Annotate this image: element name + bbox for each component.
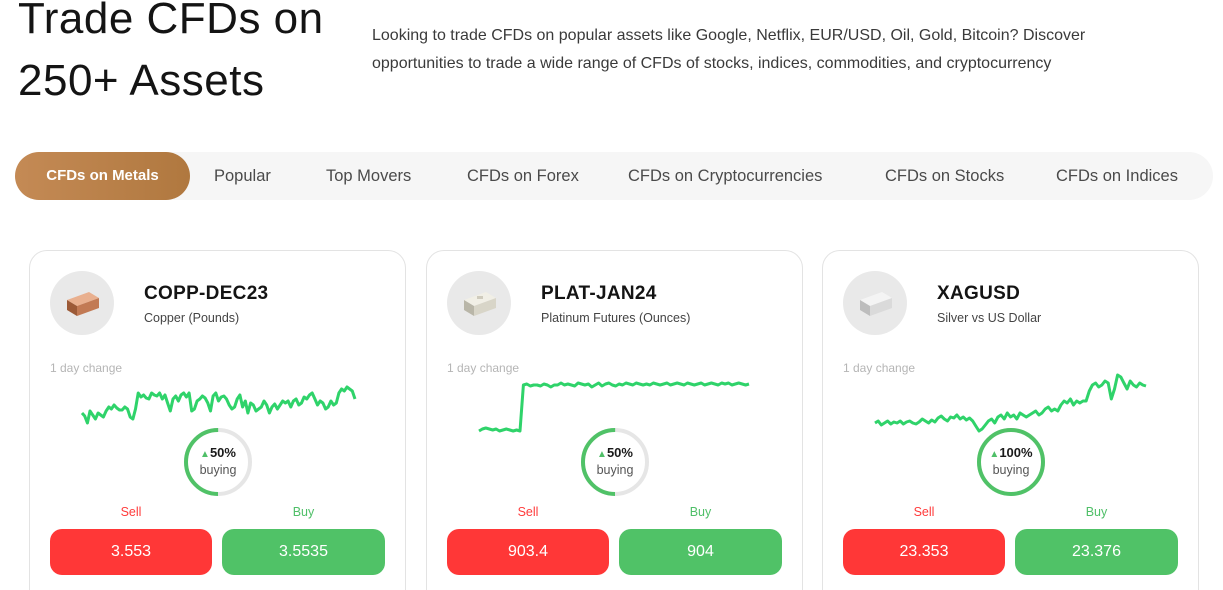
tab-cfds-on-forex[interactable]: CFDs on Forex: [467, 152, 579, 200]
buying-percent: 100%: [999, 445, 1033, 460]
copper-bar-icon: [50, 271, 114, 335]
asset-description: Silver vs US Dollar: [937, 311, 1042, 325]
hero-description: Looking to trade CFDs on popular assets …: [372, 27, 1086, 72]
hero-title: Trade CFDs on 250+ Assets: [18, 0, 324, 105]
buy-label: Buy: [1085, 505, 1108, 519]
tab-cfds-on-stocks[interactable]: CFDs on Stocks: [885, 152, 1004, 200]
buying-percent: 50%: [606, 445, 633, 460]
sell-button[interactable]: 3.553: [50, 529, 212, 575]
silver-bar-icon: [843, 271, 907, 335]
tab-cfds-on-metals[interactable]: CFDs on Metals: [15, 152, 190, 200]
buy-button[interactable]: 23.376: [1015, 529, 1178, 575]
tab-cfds-on-cryptocurrencies[interactable]: CFDs on Cryptocurrencies: [628, 152, 822, 200]
buying-percent: 50%: [209, 445, 236, 460]
asset-card-xagusd[interactable]: XAGUSD Silver vs US Dollar 1 day change …: [822, 250, 1199, 590]
asset-description: Copper (Pounds): [144, 311, 240, 325]
sell-label: Sell: [913, 505, 935, 519]
sparkline-path: [874, 373, 1147, 433]
buying-label: buying: [992, 463, 1030, 477]
sparkline-path: [478, 381, 750, 433]
buy-label: Buy: [689, 505, 712, 519]
sparkline-path: [80, 385, 357, 425]
asset-card-plat-jan24[interactable]: PLAT-JAN24 Platinum Futures (Ounces) 1 d…: [426, 250, 803, 590]
buy-button[interactable]: 904: [619, 529, 782, 575]
category-tabs: CFDs on Metals Popular Top Movers CFDs o…: [15, 152, 1213, 200]
asset-symbol: COPP-DEC23: [144, 283, 269, 304]
asset-description: Platinum Futures (Ounces): [541, 311, 691, 325]
sell-button[interactable]: 23.353: [843, 529, 1005, 575]
up-triangle-icon: ▲: [597, 449, 607, 460]
sell-label: Sell: [517, 505, 539, 519]
buying-label: buying: [596, 463, 634, 477]
asset-symbol: PLAT-JAN24: [541, 283, 657, 304]
buy-button[interactable]: 3.5535: [222, 529, 385, 575]
platinum-bar-icon: [447, 271, 511, 335]
up-triangle-icon: ▲: [989, 449, 1000, 460]
sell-label: Sell: [120, 505, 142, 519]
up-triangle-icon: ▲: [200, 449, 210, 460]
asset-card-copp-dec23[interactable]: COPP-DEC23 Copper (Pounds) 1 day change …: [29, 250, 406, 590]
tab-popular[interactable]: Popular: [214, 152, 271, 200]
buying-label: buying: [199, 463, 237, 477]
tab-top-movers[interactable]: Top Movers: [326, 152, 411, 200]
tab-cfds-on-indices[interactable]: CFDs on Indices: [1056, 152, 1178, 200]
buy-label: Buy: [292, 505, 315, 519]
asset-symbol: XAGUSD: [937, 283, 1021, 304]
sell-button[interactable]: 903.4: [447, 529, 609, 575]
